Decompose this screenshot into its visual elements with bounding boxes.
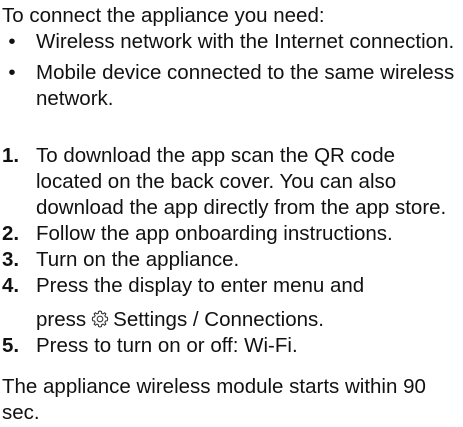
step-text-line2: press Settings / Connections. xyxy=(36,307,460,333)
outro-text: The appliance wireless module starts wit… xyxy=(2,375,426,424)
intro-text: To connect the appliance you need: xyxy=(2,4,325,27)
step-text: Follow the app onboarding instructions. xyxy=(36,222,393,245)
step-text: To download the app scan the QR code loc… xyxy=(36,144,447,219)
step-number: 4. xyxy=(2,274,20,297)
step-text-pre: press xyxy=(36,308,87,331)
bullet-marker: • xyxy=(8,61,16,84)
step-2: 2. Follow the app onboarding instruction… xyxy=(0,221,460,247)
step-text: Turn on the appliance. xyxy=(36,248,240,271)
requirement-text: Wireless network with the Internet conne… xyxy=(36,30,455,53)
step-number: 3. xyxy=(2,248,20,271)
step-text: Press to turn on or off: Wi-Fi. xyxy=(36,334,298,357)
step-text-post: Settings / Connections. xyxy=(113,308,324,331)
step-number: 1. xyxy=(2,144,20,167)
step-5: 5. Press to turn on or off: Wi-Fi. xyxy=(0,333,460,359)
steps-list: 1. To download the app scan the QR code … xyxy=(0,143,463,359)
list-item: • Mobile device connected to the same wi… xyxy=(0,60,456,112)
step-4: 4. Press the display to enter menu and p… xyxy=(0,273,460,333)
step-number: 5. xyxy=(2,334,20,357)
settings-gear-icon xyxy=(91,310,109,328)
step-text-line1: Press the display to enter menu and xyxy=(36,274,365,297)
list-item: • Wireless network with the Internet con… xyxy=(0,29,456,55)
step-number: 2. xyxy=(2,222,20,245)
instruction-page: To connect the appliance you need: • Wir… xyxy=(0,0,463,427)
step-3: 3. Turn on the appliance. xyxy=(0,247,460,273)
requirements-list: • Wireless network with the Internet con… xyxy=(0,29,463,117)
requirement-text: Mobile device connected to the same wire… xyxy=(36,61,455,110)
bullet-marker: • xyxy=(8,30,16,53)
step-1: 1. To download the app scan the QR code … xyxy=(0,143,460,221)
